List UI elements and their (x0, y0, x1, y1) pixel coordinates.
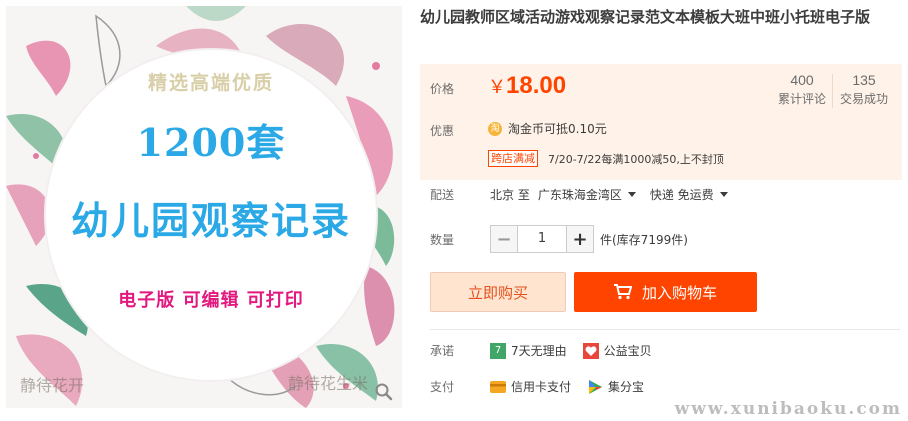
seven-day-label: 7天无理由 (511, 344, 567, 358)
add-to-cart-label: 加入购物车 (641, 283, 717, 302)
quantity-input[interactable]: 1 (517, 226, 567, 252)
charity-label: 公益宝贝 (603, 344, 652, 358)
buy-now-button[interactable]: 立即购买 (430, 272, 566, 312)
shipping-destination: 广东珠海金湾区 (537, 188, 622, 202)
credit-card-label: 信用卡支付 (511, 380, 572, 394)
site-watermark: www.xunibaoku.com (674, 399, 902, 419)
jifenbao-icon (589, 379, 603, 394)
deals-count: 135 (852, 72, 876, 88)
image-count-text: 1200套 (136, 120, 286, 165)
chevron-down-icon (627, 192, 636, 197)
image-main-text: 幼儿园观察记录 (70, 199, 351, 243)
chevron-down-icon (719, 192, 728, 197)
shipping-row: 配送 北京 至 广东珠海金湾区 快递 免运费 (430, 186, 742, 203)
cart-icon (613, 284, 632, 300)
promo-tag[interactable]: 跨店满减 (488, 150, 538, 167)
shipping-method-select[interactable]: 快递 免运费 (650, 186, 728, 203)
jifenbao-payment[interactable]: 集分宝 (587, 378, 644, 395)
reviews-stat[interactable]: 400 累计评论 (772, 72, 832, 107)
shipping-label: 配送 (430, 188, 455, 202)
coin-amount: 0.10元 (568, 122, 607, 136)
credit-card-payment[interactable]: 信用卡支付 (490, 378, 571, 395)
product-main-image[interactable]: 精选高端优质 1200套 幼儿园观察记录 电子版 可编辑 可打印 静待花开 静待… (6, 6, 402, 408)
promo-text: 7/20-7/22每满1000减50,上不封顶 (548, 152, 724, 166)
seven-day-return[interactable]: 7 7天无理由 (490, 342, 567, 359)
image-faint-text-right: 静待花生米 (288, 374, 369, 393)
price-number: 18.00 (506, 72, 567, 99)
quantity-stepper: − 1 + (490, 225, 594, 253)
increase-button[interactable]: + (567, 226, 593, 252)
coin-text-prefix: 淘金币可抵 (508, 122, 569, 136)
payment-label: 支付 (430, 380, 455, 394)
cross-store-promo: 跨店满减 7/20-7/22每满1000减50,上不封顶 (488, 150, 724, 167)
product-title: 幼儿园教师区域活动游戏观察记录范文本模板大班中班小托班电子版 (420, 8, 871, 26)
heart-icon (582, 342, 599, 359)
shipping-destination-select[interactable]: 广东珠海金湾区 (538, 186, 636, 203)
stat-divider (832, 74, 833, 108)
magnifier-icon[interactable] (374, 382, 394, 402)
decrease-button[interactable]: − (491, 226, 517, 252)
deals-label: 交易成功 (839, 92, 888, 106)
image-top-text: 精选高端优质 (147, 72, 274, 94)
seven-day-icon: 7 (490, 342, 506, 359)
currency-symbol: ￥ (488, 77, 506, 98)
shipping-method: 快递 免运费 (649, 188, 714, 202)
deals-stat: 135 交易成功 (834, 72, 894, 107)
promise-row: 承诺 7 7天无理由 公益宝贝 (430, 342, 668, 359)
shipping-from: 北京 至 (490, 188, 530, 202)
charity-item[interactable]: 公益宝贝 (582, 342, 652, 359)
price-value: ￥18.00 (488, 72, 566, 100)
quantity-row: 数量 − 1 + 件(库存7199件) (430, 225, 688, 253)
image-faint-text-left: 静待花开 (20, 376, 85, 395)
product-info: 幼儿园教师区域活动游戏观察记录范文本模板大班中班小托班电子版 (420, 6, 902, 28)
quantity-label: 数量 (430, 232, 455, 247)
payment-row: 支付 信用卡支付 集分宝 (430, 378, 660, 395)
reviews-count: 400 (790, 72, 814, 88)
taobao-coin-icon: 淘 (488, 121, 502, 136)
price-label: 价格 (430, 82, 455, 96)
stock-text: 件(库存7199件) (600, 232, 688, 247)
coin-text: 淘金币可抵0.10元 (508, 120, 607, 137)
title-circle: 精选高端优质 1200套 幼儿园观察记录 电子版 可编辑 可打印 (46, 50, 376, 380)
image-sub-text: 电子版 可编辑 可打印 (118, 290, 304, 311)
coin-offer: 淘 淘金币可抵0.10元 (488, 120, 607, 137)
reviews-label: 累计评论 (777, 92, 826, 106)
divider (430, 329, 900, 330)
price-panel: 价格 ￥18.00 400 累计评论 135 交易成功 优惠 淘 淘金币可抵0.… (420, 64, 902, 180)
promo-label: 优惠 (430, 124, 455, 138)
promise-label: 承诺 (430, 344, 455, 358)
add-to-cart-button[interactable]: 加入购物车 (574, 272, 757, 312)
credit-card-icon (490, 380, 506, 393)
jifenbao-label: 集分宝 (608, 380, 645, 394)
